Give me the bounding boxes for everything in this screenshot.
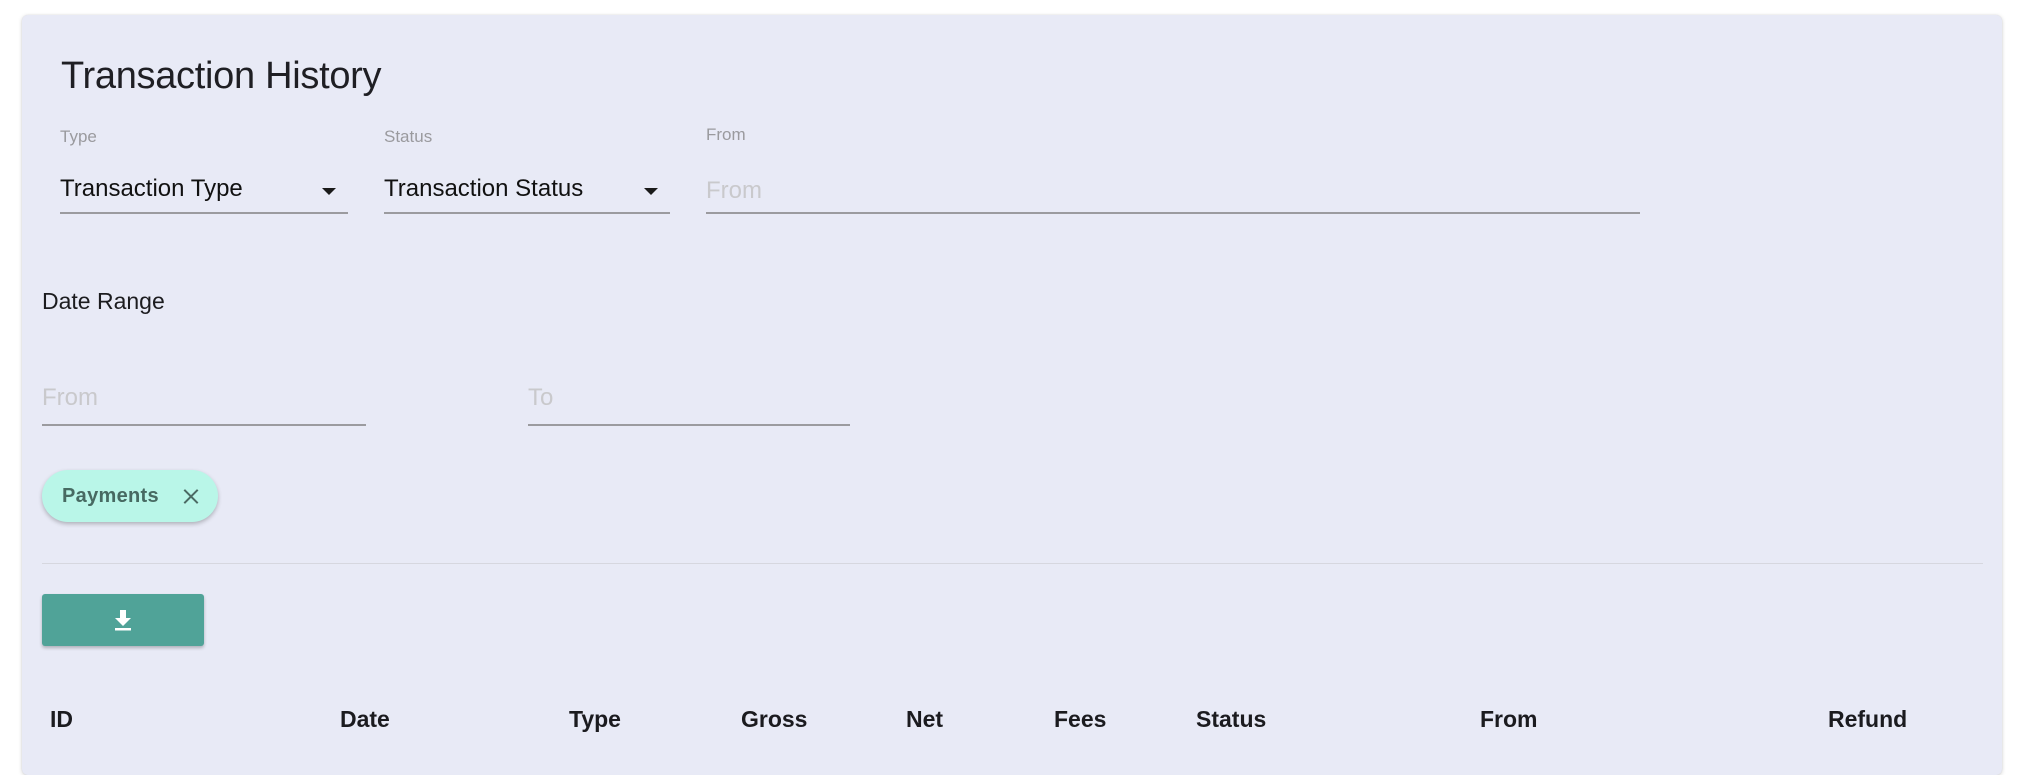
divider bbox=[42, 563, 1983, 564]
date-range-to-placeholder: To bbox=[528, 384, 554, 411]
download-icon bbox=[115, 610, 131, 631]
status-select-label: Status bbox=[384, 127, 433, 146]
column-header-date[interactable]: Date bbox=[340, 706, 390, 733]
close-icon[interactable] bbox=[181, 486, 201, 506]
type-select-label: Type bbox=[60, 127, 97, 146]
status-select-underline bbox=[384, 212, 670, 214]
filter-chip-label: Payments bbox=[62, 484, 159, 507]
date-range-to-input[interactable]: To bbox=[528, 370, 850, 426]
type-select-underline bbox=[60, 212, 348, 214]
type-select[interactable]: Type Transaction Type bbox=[60, 121, 348, 215]
chevron-down-icon bbox=[644, 188, 658, 195]
page-title: Transaction History bbox=[61, 55, 382, 97]
column-header-from[interactable]: From bbox=[1480, 706, 1538, 733]
transaction-history-card: Transaction History Type Transaction Typ… bbox=[22, 15, 2002, 775]
from-field-label: From bbox=[706, 125, 746, 144]
filter-chip-payments[interactable]: Payments bbox=[42, 470, 218, 522]
from-field-underline bbox=[706, 212, 1640, 214]
date-range-from-underline bbox=[42, 424, 366, 426]
type-select-value: Transaction Type bbox=[60, 175, 243, 202]
status-select[interactable]: Status Transaction Status bbox=[384, 121, 670, 215]
column-header-gross[interactable]: Gross bbox=[741, 706, 807, 733]
column-header-id[interactable]: ID bbox=[50, 706, 73, 733]
date-range-label: Date Range bbox=[42, 288, 165, 314]
column-header-net[interactable]: Net bbox=[906, 706, 943, 733]
date-range-to-underline bbox=[528, 424, 850, 426]
column-header-type[interactable]: Type bbox=[569, 706, 621, 733]
from-field[interactable]: From From bbox=[706, 121, 1640, 215]
chevron-down-icon bbox=[322, 188, 336, 195]
column-header-refund[interactable]: Refund bbox=[1828, 706, 1907, 733]
column-header-fees[interactable]: Fees bbox=[1054, 706, 1106, 733]
download-button[interactable] bbox=[42, 594, 204, 646]
date-range-from-input[interactable]: From bbox=[42, 370, 366, 426]
status-select-value: Transaction Status bbox=[384, 175, 584, 202]
date-range-from-placeholder: From bbox=[42, 384, 98, 411]
column-header-status[interactable]: Status bbox=[1196, 706, 1266, 733]
from-field-placeholder: From bbox=[706, 177, 762, 204]
